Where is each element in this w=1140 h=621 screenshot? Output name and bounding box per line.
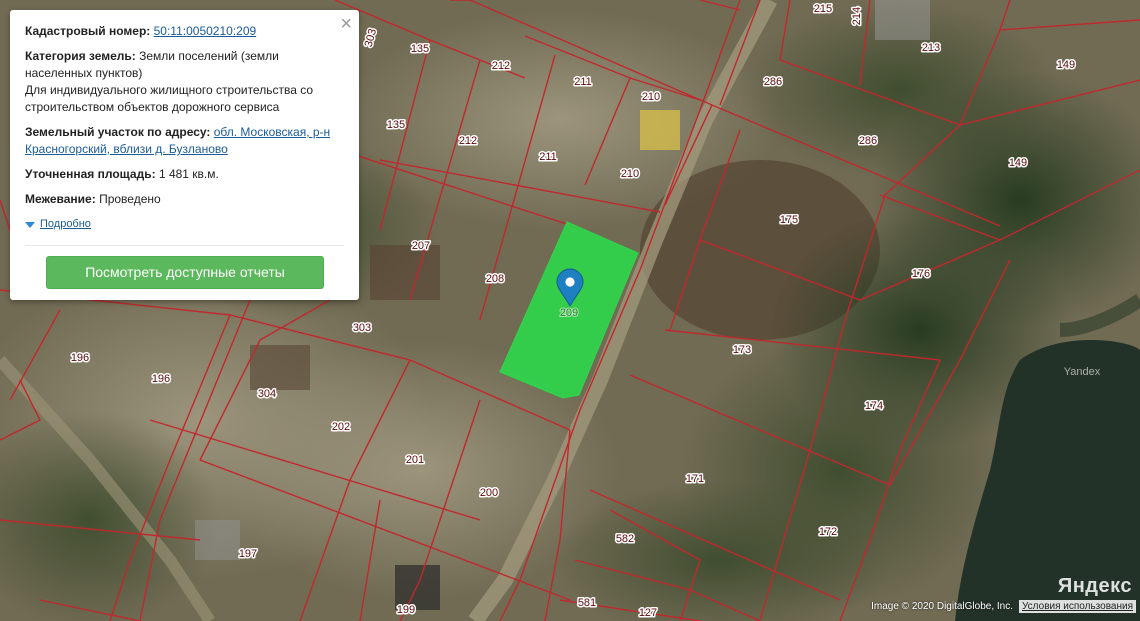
selected-parcel-label: 209	[560, 307, 578, 319]
plot-label: 199	[397, 604, 415, 616]
plot-label: 212	[492, 60, 510, 72]
survey-key: Межевание:	[25, 192, 96, 206]
map-footer: Image © 2020 DigitalGlobe, Inc. Условия …	[871, 600, 1136, 613]
address-key: Земельный участок по адресу:	[25, 125, 211, 139]
more-details-toggle[interactable]: Подробно	[25, 216, 344, 233]
more-details-label[interactable]: Подробно	[40, 216, 91, 233]
plot-label: 197	[239, 548, 257, 560]
view-reports-button[interactable]: Посмотреть доступные отчеты	[46, 256, 324, 289]
address-row: Земельный участок по адресу: обл. Москов…	[25, 124, 344, 158]
plot-label: 196	[152, 373, 170, 385]
plot-label: 176	[912, 268, 930, 280]
plot-label: 173	[733, 344, 751, 356]
plot-label: 135	[387, 119, 405, 131]
triangle-down-icon	[25, 221, 35, 228]
plot-label: 207	[412, 240, 430, 252]
plot-label: 135	[411, 43, 429, 55]
area-key: Уточненная площадь:	[25, 167, 156, 181]
plot-label: 210	[621, 168, 639, 180]
plot-label: 214	[851, 7, 863, 25]
plot-label: 211	[539, 151, 557, 163]
cadastral-number-row: Кадастровый номер: 50:11:0050210:209	[25, 23, 344, 40]
plot-label: 196	[71, 352, 89, 364]
yandex-watermark: Yandex	[1064, 366, 1101, 378]
plot-label: 581	[578, 597, 596, 609]
area-row: Уточненная площадь: 1 481 кв.м.	[25, 166, 344, 183]
terms-of-use-link[interactable]: Условия использования	[1019, 600, 1136, 613]
plot-label: 208	[486, 273, 504, 285]
plot-label: 304	[258, 388, 276, 400]
close-icon[interactable]: ×	[340, 13, 352, 35]
land-use-value: Для индивидуального жилищного строительс…	[25, 83, 314, 114]
plot-label: 202	[332, 421, 350, 433]
cadastral-number-key: Кадастровый номер:	[25, 24, 151, 38]
plot-label: 303	[353, 322, 371, 334]
survey-row: Межевание: Проведено	[25, 191, 344, 208]
land-category-row: Категория земель: Земли поселений (земли…	[25, 48, 344, 116]
plot-label: 149	[1057, 59, 1075, 71]
plot-label: 149	[1009, 157, 1027, 169]
plot-label: 200	[480, 487, 498, 499]
plot-label: 215	[814, 3, 832, 15]
area-value: 1 481 кв.м.	[158, 167, 219, 181]
plot-label: 201	[406, 454, 424, 466]
plot-label: 210	[642, 91, 660, 103]
land-category-key: Категория земель:	[25, 49, 136, 63]
plot-label: 172	[819, 526, 837, 538]
imagery-copyright: Image © 2020 DigitalGlobe, Inc.	[871, 601, 1013, 612]
plot-label: 582	[616, 533, 634, 545]
plot-label: 127	[639, 607, 657, 619]
parcel-info-card: × Кадастровый номер: 50:11:0050210:209 К…	[10, 10, 359, 300]
plot-label: 175	[780, 214, 798, 226]
survey-value: Проведено	[99, 192, 161, 206]
cadastral-number-link[interactable]: 50:11:0050210:209	[154, 24, 257, 38]
card-divider	[25, 245, 344, 246]
plot-label: 174	[865, 400, 883, 412]
yandex-logo: Яндекс	[1057, 575, 1132, 597]
plot-label: 286	[859, 135, 877, 147]
plot-label: 212	[459, 135, 477, 147]
plot-label: 211	[574, 76, 592, 88]
plot-label: 213	[922, 42, 940, 54]
plot-label: 171	[686, 473, 704, 485]
plot-label: 286	[764, 76, 782, 88]
